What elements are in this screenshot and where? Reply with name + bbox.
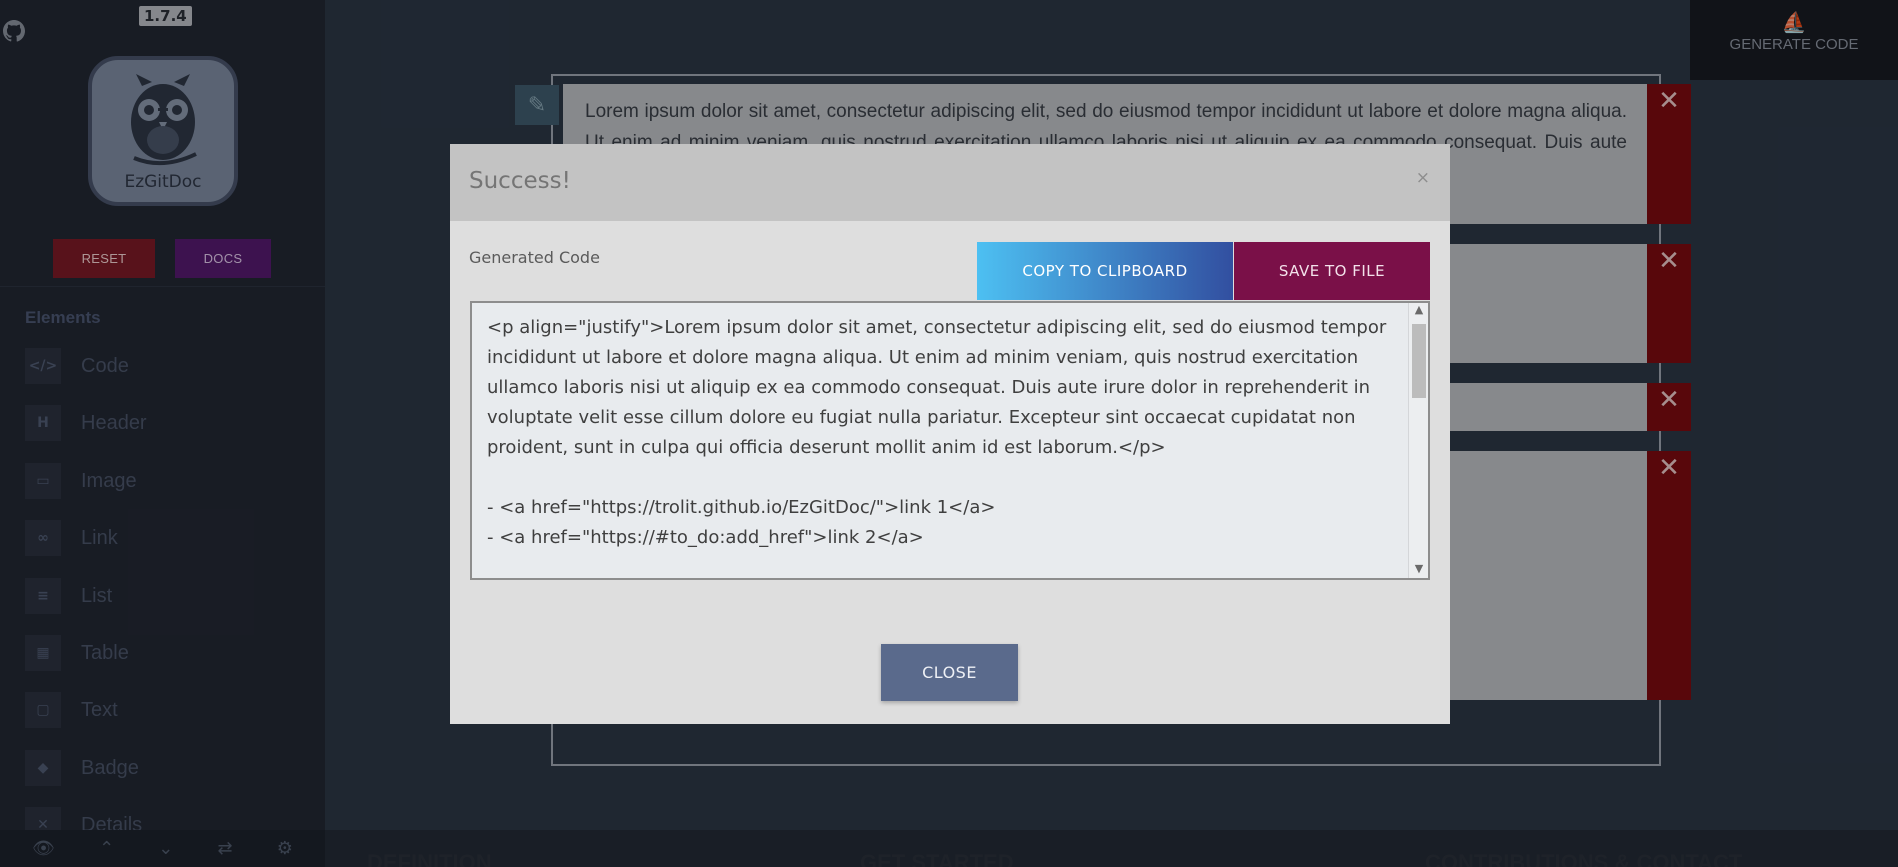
success-modal: Success! × Generated Code COPY TO CLIPBO… (450, 144, 1450, 724)
generated-code-label: Generated Code (469, 248, 600, 267)
code-scrollbar[interactable]: ▲ ▼ (1408, 303, 1428, 578)
generated-code-textarea[interactable]: <p align="justify">Lorem ipsum dolor sit… (470, 301, 1430, 580)
modal-header: Success! × (450, 144, 1450, 221)
modal-title: Success! (469, 168, 571, 194)
generated-code-text: <p align="justify">Lorem ipsum dolor sit… (487, 317, 1387, 548)
save-to-file-button[interactable]: SAVE TO FILE (1234, 242, 1430, 300)
scroll-down-icon[interactable]: ▼ (1409, 562, 1428, 578)
copy-to-clipboard-button[interactable]: COPY TO CLIPBOARD (977, 242, 1233, 300)
scrollbar-thumb[interactable] (1412, 324, 1426, 398)
scroll-up-icon[interactable]: ▲ (1409, 303, 1428, 319)
close-button[interactable]: CLOSE (881, 644, 1018, 701)
close-icon[interactable]: × (1416, 168, 1430, 188)
